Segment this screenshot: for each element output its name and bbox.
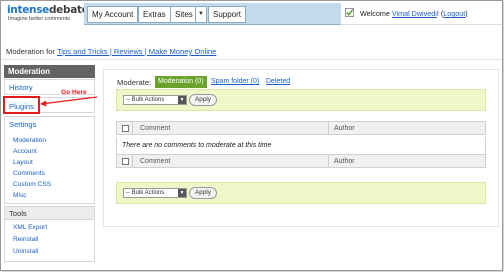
tab-spam-folder[interactable]: Spam folder (0) [211, 78, 259, 85]
apply-button-top[interactable]: Apply [189, 94, 217, 106]
select-all-checkbox-bottom[interactable] [122, 158, 129, 165]
column-header-author: Author [334, 125, 355, 132]
comments-table-header: Comment Author [116, 121, 486, 135]
settings-item-misc[interactable]: Misc [13, 192, 27, 199]
sidebar-moderation-header[interactable]: Moderation [4, 65, 95, 78]
nav-sites[interactable]: Sites [170, 6, 196, 23]
moderate-label: Moderate: [117, 78, 152, 87]
column-header-comment: Comment [140, 125, 171, 132]
sidebar-item-history[interactable]: History [9, 83, 33, 92]
user-status-icon [345, 8, 354, 17]
sidebar-tools-box: XML Export Reinstall Uninstall [4, 220, 95, 262]
nav-extras[interactable]: Extras [138, 6, 171, 23]
chevron-down-icon: ▼ [178, 96, 186, 104]
empty-table-row: There are no comments to moderate at thi… [116, 137, 486, 154]
top-header: intensedebate Imagine better comments My… [1, 1, 502, 29]
settings-item-custom-css[interactable]: Custom CSS [13, 181, 51, 188]
column-footer-author: Author [334, 158, 355, 165]
divider [2, 59, 502, 60]
column-footer-comment: Comment [140, 158, 171, 165]
plugins-highlight-box [3, 96, 40, 114]
settings-item-comments[interactable]: Comments [13, 170, 45, 177]
bulk-actions-select-bottom[interactable]: -- Bulk Actions ▼ [123, 188, 187, 198]
logo-tagline: Imagine better comments [8, 16, 71, 22]
nav-support[interactable]: Support [208, 6, 247, 23]
sidebar-tools-header: Tools [4, 206, 95, 220]
intensedebate-logo[interactable]: intensedebate Imagine better comments [7, 4, 89, 25]
sidebar-item-settings[interactable]: Settings [9, 120, 36, 129]
tab-deleted[interactable]: Deleted [266, 78, 290, 85]
bulk-actions-bar-top: -- Bulk Actions ▼ Apply [116, 89, 486, 111]
moderation-for-heading: Moderation for Tips and Tricks | Reviews… [6, 47, 217, 56]
logout-link[interactable]: Logout [443, 9, 465, 18]
comments-table-footer: Comment Author [116, 154, 486, 168]
select-all-checkbox-top[interactable] [122, 125, 129, 132]
chevron-down-icon: ▼ [178, 189, 186, 197]
apply-button-bottom[interactable]: Apply [189, 187, 217, 199]
user-name-link[interactable]: Vimal Dwivedi [392, 9, 437, 18]
tools-item-xml-export[interactable]: XML Export [13, 224, 47, 231]
nav-my-account[interactable]: My Account [87, 6, 139, 23]
settings-item-layout[interactable]: Layout [13, 159, 33, 166]
welcome-text: Welcome Vimal Dwivedi! (Logout) [360, 9, 468, 18]
sites-dropdown-icon[interactable]: ▼ [195, 6, 207, 23]
welcome-panel: Welcome Vimal Dwivedi! (Logout) [342, 3, 502, 25]
logo-text-part1: intense [7, 4, 49, 16]
logo-text-part2: debate [48, 4, 89, 16]
settings-item-account[interactable]: Account [13, 148, 37, 155]
browser-frame: intensedebate Imagine better comments My… [0, 0, 503, 271]
tab-moderation[interactable]: Moderation (0) [155, 76, 207, 88]
site-link[interactable]: Tips and Tricks | Reviews | Make Money O… [57, 47, 216, 56]
tools-item-uninstall[interactable]: Uninstall [13, 248, 38, 255]
empty-message: There are no comments to moderate at thi… [122, 142, 272, 149]
go-here-annotation: Go Here [61, 89, 87, 96]
tools-item-reinstall[interactable]: Reinstall [13, 236, 38, 243]
sidebar-settings-box: Settings Moderation Account Layout Comme… [4, 116, 95, 204]
sidebar-item-tools[interactable]: Tools [9, 209, 27, 218]
settings-item-moderation[interactable]: Moderation [13, 137, 46, 144]
bulk-actions-bar-bottom: -- Bulk Actions ▼ Apply [116, 182, 486, 204]
main-nav: My Account Extras Sites ▼ Support [84, 3, 341, 25]
bulk-actions-select-top[interactable]: -- Bulk Actions ▼ [123, 95, 187, 105]
